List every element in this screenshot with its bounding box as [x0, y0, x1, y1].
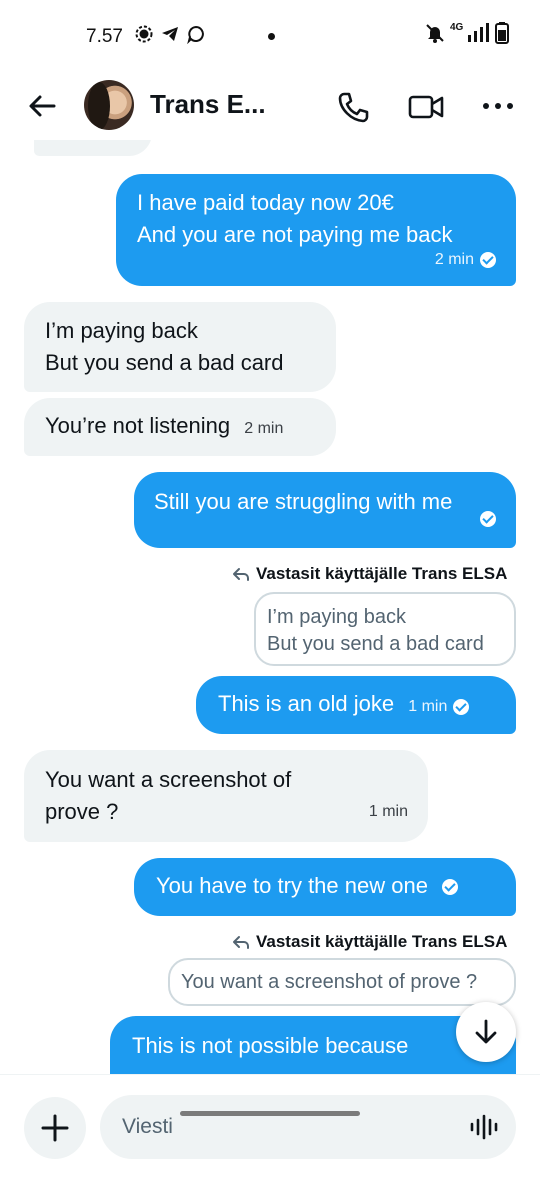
message-meta: 2 min — [244, 413, 283, 445]
read-check-icon — [480, 511, 496, 527]
message-bubble[interactable]: You have to try the new one — [134, 858, 516, 916]
more-horizontal-icon[interactable] — [482, 92, 514, 120]
message-text-line: I’m paying back — [45, 318, 198, 343]
status-time: 7.57 — [86, 26, 123, 47]
message-text-line: prove ? — [45, 799, 119, 824]
message-input-container[interactable] — [100, 1095, 516, 1159]
message-text-line: You have to try the new one — [156, 873, 428, 898]
quoted-message[interactable]: You want a screenshot of prove ? — [168, 958, 516, 1006]
status-notification-icons — [134, 24, 206, 44]
quoted-text-line: But you send a bad card — [267, 633, 484, 655]
contact-avatar[interactable] — [84, 80, 134, 130]
conversation-header: Trans E... — [0, 72, 540, 140]
message-time: 1 min — [368, 803, 408, 820]
status-more-dot — [268, 33, 275, 40]
message-time: 1 min — [408, 698, 448, 715]
reply-context-text: Vastasit käyttäjälle Trans ELSA — [256, 564, 508, 583]
mute-bell-icon — [426, 24, 444, 43]
message-time: 2 min — [434, 251, 474, 268]
scroll-to-bottom-button[interactable] — [456, 1002, 516, 1062]
home-indicator[interactable] — [180, 1111, 360, 1116]
message-text-line: Still you are struggling with me — [154, 489, 453, 514]
previous-message-bubble[interactable] — [34, 140, 152, 156]
chat-bubble-icon — [187, 25, 204, 44]
reply-context-text: Vastasit käyttäjälle Trans ELSA — [256, 932, 508, 951]
video-camera-icon[interactable] — [408, 92, 444, 122]
read-check-icon — [453, 699, 470, 715]
message-text-line: This is an old joke — [218, 691, 395, 716]
message-bubble[interactable]: This is not possible because — [110, 1016, 516, 1074]
quoted-text-line: You want a screenshot of prove ? — [181, 971, 478, 993]
quoted-text-line: I’m paying back — [267, 606, 406, 628]
reply-context-label: Vastasit käyttäjälle Trans ELSA — [232, 932, 507, 952]
voice-wave-icon[interactable] — [468, 1111, 500, 1143]
reply-context-label: Vastasit käyttäjälle Trans ELSA — [232, 564, 507, 584]
message-bubble[interactable]: This is an old joke 1 min — [196, 676, 516, 734]
cell-signal-icon — [468, 23, 490, 42]
message-text-line: You’re not listening — [45, 413, 231, 438]
status-system-icons: 4G — [424, 21, 510, 44]
message-meta: 2 min — [435, 248, 496, 272]
phone-icon[interactable] — [336, 90, 370, 124]
message-meta: 1 min — [369, 796, 408, 828]
message-text-line: But you send a bad card — [45, 350, 284, 375]
arrow-down-icon — [475, 1019, 497, 1044]
battery-icon — [495, 22, 510, 44]
telegram-icon — [162, 27, 178, 41]
network-type-label: 4G — [450, 21, 464, 33]
contact-name[interactable]: Trans E... — [150, 89, 266, 120]
reply-arrow-icon — [233, 568, 249, 581]
message-bubble[interactable]: I have paid today now 20€ And you are no… — [116, 174, 516, 286]
message-text-line: You want a screenshot of — [45, 767, 292, 792]
message-bubble[interactable]: You want a screenshot of prove ? 1 min — [24, 750, 428, 842]
add-attachment-button[interactable] — [24, 1097, 86, 1159]
message-text-line: I have paid today now 20€ — [137, 190, 394, 215]
reply-arrow-icon — [233, 936, 249, 949]
message-list[interactable]: I have paid today now 20€ And you are no… — [0, 140, 540, 1074]
message-bubble[interactable]: Still you are struggling with me — [134, 472, 516, 548]
quoted-message[interactable]: I’m paying back But you send a bad card — [254, 592, 516, 666]
read-check-icon — [442, 879, 459, 895]
read-check-icon — [480, 252, 496, 268]
signal-app-icon — [135, 25, 153, 43]
message-bubble[interactable]: You’re not listening 2 min — [24, 398, 336, 456]
message-meta: 1 min — [408, 691, 470, 723]
arrow-left-icon[interactable] — [26, 90, 58, 122]
message-time: 2 min — [244, 420, 284, 437]
message-bubble[interactable]: I’m paying back But you send a bad card — [24, 302, 336, 392]
status-bar: 7.57 4G — [0, 0, 540, 72]
message-composer — [0, 1074, 540, 1200]
plus-icon — [41, 1114, 69, 1142]
